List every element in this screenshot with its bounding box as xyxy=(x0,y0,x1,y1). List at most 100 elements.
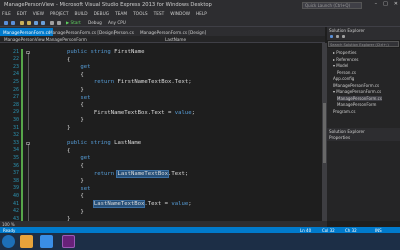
solution-tree-item[interactable]: Person.cs xyxy=(337,70,356,75)
type-dropdown[interactable]: ManagePersonView.ManagePersonForm xyxy=(4,37,87,42)
code-token: } xyxy=(40,125,71,131)
menu-test[interactable]: TEST xyxy=(154,12,165,17)
code-line[interactable]: { xyxy=(40,148,70,154)
code-line[interactable]: } xyxy=(40,125,70,131)
code-token: LastName xyxy=(110,140,142,147)
tab-managepersonform-design[interactable]: ManagePersonForm.cs [Design] xyxy=(46,28,118,36)
code-token: } xyxy=(40,178,84,185)
solution-tree-item[interactable]: IManagePersonForm.cs xyxy=(333,83,379,88)
line-number: 28 xyxy=(12,101,19,108)
code-line[interactable]: } xyxy=(40,87,84,93)
solution-tree-item[interactable]: ▾ Model xyxy=(333,63,348,68)
save-all-icon[interactable] xyxy=(41,20,45,25)
menu-file[interactable]: FILE xyxy=(2,12,11,17)
code-line[interactable]: } xyxy=(40,209,83,215)
code-line[interactable]: { xyxy=(40,57,70,63)
menu-tools[interactable]: TOOLS xyxy=(133,12,148,17)
solution-tree-item[interactable]: App.config xyxy=(333,76,354,81)
file-explorer-icon[interactable] xyxy=(20,235,33,248)
back-icon[interactable] xyxy=(4,20,8,25)
menu-project[interactable]: PROJECT xyxy=(50,12,69,17)
line-number: 22 xyxy=(12,56,19,63)
code-line[interactable]: { xyxy=(40,72,83,78)
maximize-button[interactable]: □ xyxy=(383,1,388,7)
properties-header: Properties xyxy=(327,134,400,141)
save-icon[interactable] xyxy=(34,20,38,25)
code-editor[interactable]: 21 public string FirstName 22 {23 get 24 {… xyxy=(0,43,322,221)
code-line[interactable]: return LastNameTextBox.Text; xyxy=(40,169,189,178)
menu-bar: FILE EDIT VIEW PROJECT BUILD DEBUG TEAM … xyxy=(0,10,400,18)
solution-tree-item[interactable]: Program.cs xyxy=(333,109,355,114)
code-line[interactable]: get xyxy=(40,155,90,161)
menu-edit[interactable]: EDIT xyxy=(17,12,27,17)
code-token: FirstNameTextBox.Text; xyxy=(114,79,192,86)
status-insert-mode: INS xyxy=(375,227,382,233)
forward-icon[interactable] xyxy=(11,20,15,25)
code-line[interactable]: set xyxy=(40,95,90,101)
code-token: } xyxy=(40,87,84,93)
code-line[interactable]: } xyxy=(40,117,84,124)
zoom-level[interactable]: 100 % xyxy=(2,222,15,227)
code-line[interactable]: { xyxy=(40,102,83,108)
code-line[interactable]: public string LastName xyxy=(40,140,141,146)
solution-search-input[interactable]: Search Solution Explorer (Ctrl+;) xyxy=(328,41,399,47)
visual-studio-icon[interactable] xyxy=(62,235,75,248)
code-token: { xyxy=(40,163,84,169)
change-marker xyxy=(21,193,23,201)
scrollbar-thumb[interactable] xyxy=(323,103,326,163)
solution-explorer-tab-label: Solution Explorer xyxy=(329,128,365,134)
config-select[interactable]: Debug xyxy=(88,20,102,25)
undo-icon[interactable] xyxy=(50,20,54,25)
solution-tree-item[interactable]: ▸ Properties xyxy=(333,50,357,55)
menu-team[interactable]: TEAM xyxy=(115,12,127,17)
code-token: .Text; xyxy=(168,170,189,177)
start-orb-icon[interactable] xyxy=(2,235,15,248)
minimize-button[interactable]: – xyxy=(375,1,378,7)
code-line[interactable]: set xyxy=(40,186,90,192)
home-icon[interactable] xyxy=(330,35,333,38)
platform-select[interactable]: Any CPU xyxy=(108,20,126,25)
code-token: FirstNameTextBox.Text = xyxy=(40,109,175,116)
code-line[interactable]: { xyxy=(40,193,83,199)
menu-view[interactable]: VIEW xyxy=(33,12,44,17)
change-marker xyxy=(21,94,23,103)
collapse-all-icon[interactable] xyxy=(342,35,345,38)
code-token: } xyxy=(40,117,84,124)
menu-build[interactable]: BUILD xyxy=(75,12,88,17)
solution-tree-item[interactable]: ▾ ManagePersonForm.cs xyxy=(333,89,381,94)
close-button[interactable]: ✕ xyxy=(394,1,398,7)
code-line[interactable]: return FirstNameTextBox.Text; xyxy=(40,79,192,85)
refresh-icon[interactable] xyxy=(336,35,339,38)
menu-debug[interactable]: DEBUG xyxy=(94,12,109,17)
solution-tree-item[interactable]: ManagePersonForm xyxy=(337,102,376,107)
new-project-icon[interactable] xyxy=(20,20,24,25)
start-button[interactable]: ▶ Start xyxy=(66,20,81,25)
code-line[interactable]: get xyxy=(40,64,90,70)
internet-explorer-icon[interactable] xyxy=(40,235,53,248)
code-line[interactable]: FirstNameTextBox.Text = value; xyxy=(40,110,195,116)
outline-guide xyxy=(28,54,29,131)
member-dropdown[interactable]: LastName xyxy=(165,37,186,42)
change-marker xyxy=(21,64,23,72)
menu-help[interactable]: HELP xyxy=(196,12,207,17)
line-number: 21 xyxy=(12,48,19,55)
open-file-icon[interactable] xyxy=(27,20,31,25)
change-marker xyxy=(21,185,23,194)
change-marker xyxy=(21,208,23,217)
tab-managepersonform-design-2[interactable]: ManagePersonForm.cs [Design] xyxy=(137,28,209,36)
code-line[interactable]: } xyxy=(40,178,84,185)
change-marker xyxy=(21,87,23,95)
tab-person-cs[interactable]: Person.cs xyxy=(111,28,137,36)
solution-tree-item[interactable]: ManagePersonForm.cs xyxy=(337,95,382,101)
code-line[interactable]: LastNameTextBox.Text = value; xyxy=(40,200,192,208)
quick-launch-input[interactable]: Quick Launch (Ctrl+Q) xyxy=(302,1,362,9)
code-line[interactable]: public string FirstName xyxy=(40,49,145,55)
solution-tree-item[interactable]: ▸ References xyxy=(333,57,359,62)
menu-window[interactable]: WINDOW xyxy=(170,12,190,17)
code-line[interactable]: { xyxy=(40,163,84,169)
redo-icon[interactable] xyxy=(57,20,61,25)
